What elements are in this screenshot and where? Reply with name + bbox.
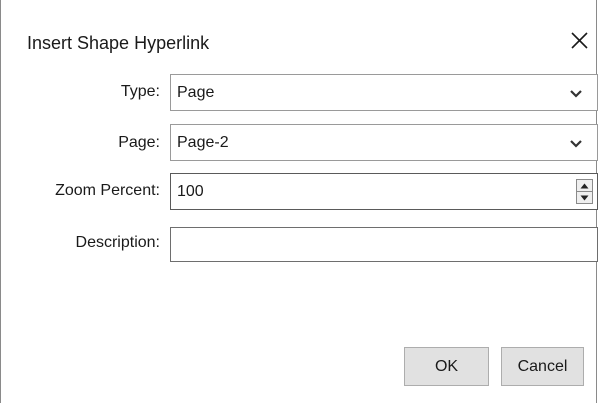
zoom-percent-spinner	[576, 179, 593, 204]
chevron-down-icon	[569, 89, 583, 99]
description-label: Description:	[75, 234, 160, 251]
page-select[interactable]: Page-2	[170, 124, 598, 161]
zoom-percent-input[interactable]: 100	[170, 173, 598, 210]
page-select-value: Page-2	[177, 134, 229, 151]
type-select[interactable]: Page	[170, 74, 598, 111]
type-select-value: Page	[177, 84, 215, 101]
type-label: Type:	[120, 83, 160, 100]
page-label: Page:	[118, 134, 160, 151]
spin-up-button[interactable]	[577, 180, 592, 192]
triangle-up-icon	[577, 183, 592, 189]
cancel-button[interactable]: Cancel	[501, 347, 584, 386]
zoom-percent-value: 100	[177, 183, 204, 200]
triangle-down-icon	[577, 195, 592, 201]
close-button[interactable]	[567, 29, 593, 55]
close-icon	[567, 29, 593, 55]
description-input[interactable]	[170, 227, 598, 262]
dialog-title: Insert Shape Hyperlink	[27, 33, 210, 53]
spin-down-button[interactable]	[577, 192, 592, 203]
ok-button[interactable]: OK	[404, 347, 489, 386]
zoom-percent-label: Zoom Percent:	[55, 182, 160, 199]
insert-shape-hyperlink-dialog: Insert Shape Hyperlink Type: Page Page: …	[0, 0, 598, 403]
chevron-down-icon	[569, 139, 583, 149]
